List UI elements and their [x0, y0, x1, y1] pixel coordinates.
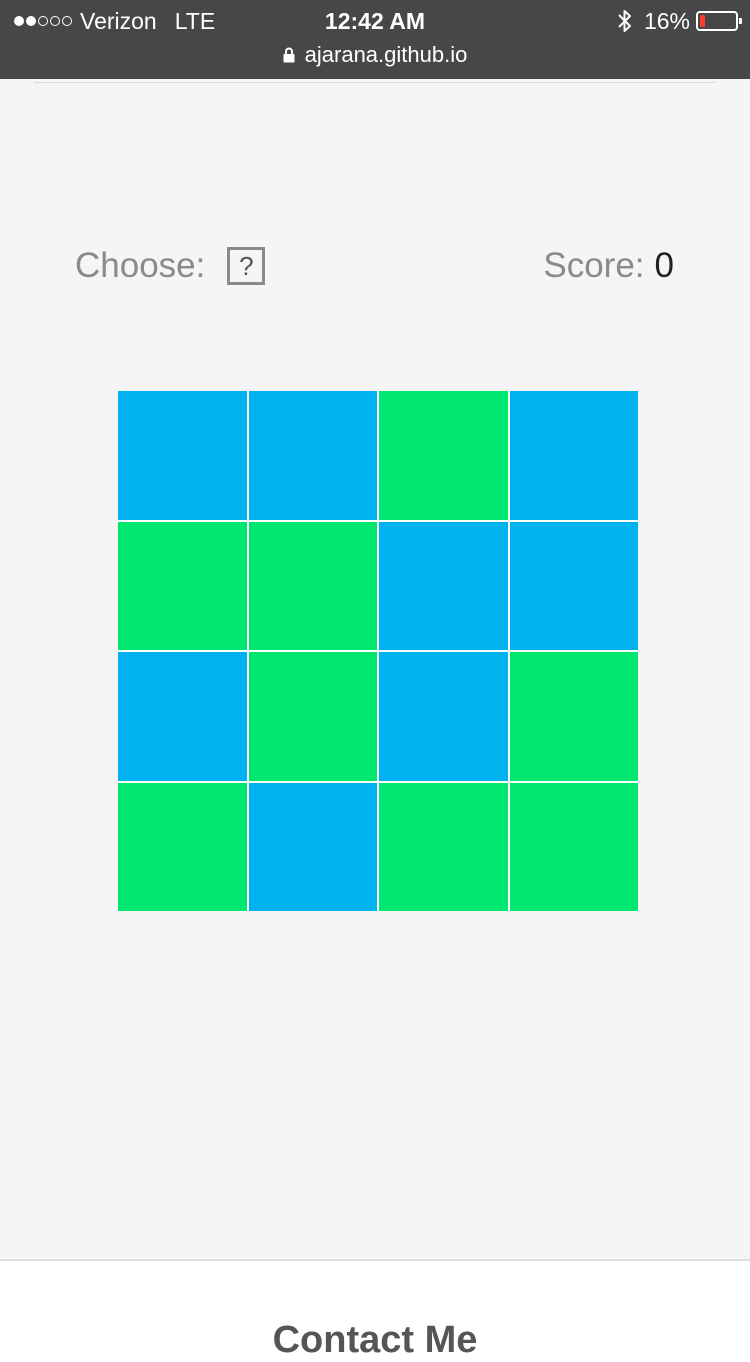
color-tile-blue[interactable]	[379, 521, 508, 650]
choose-label: Choose:	[75, 246, 206, 285]
address-bar[interactable]: ajarana.github.io	[0, 40, 750, 70]
score-value: 0	[654, 246, 674, 285]
contact-heading: Contact Me	[272, 1319, 478, 1361]
color-tile-green[interactable]	[118, 521, 247, 650]
color-tile-blue[interactable]	[509, 521, 638, 650]
color-tile-grid	[118, 391, 638, 911]
color-tile-green[interactable]	[118, 782, 247, 911]
color-tile-green[interactable]	[248, 521, 377, 650]
choose-color-box[interactable]: ?	[227, 247, 266, 285]
color-tile-green[interactable]	[509, 782, 638, 911]
status-bar: Verizon LTE 12:42 AM 16% ajarana.github.…	[0, 0, 750, 79]
battery-icon	[696, 11, 742, 31]
color-tile-blue[interactable]	[509, 391, 638, 520]
divider	[34, 82, 716, 83]
url-text: ajarana.github.io	[304, 42, 468, 67]
color-tile-blue[interactable]	[248, 782, 377, 911]
score-display: Score: 0	[543, 245, 674, 287]
color-tile-blue[interactable]	[379, 652, 508, 781]
game-panel: Choose: ? Score: 0	[0, 79, 750, 1261]
battery-percentage: 16%	[643, 7, 690, 34]
choose-indicator: Choose: ?	[75, 245, 266, 287]
color-tile-blue[interactable]	[118, 391, 247, 520]
device-status: 16%	[618, 6, 742, 36]
score-label: Score:	[543, 246, 645, 285]
color-tile-green[interactable]	[379, 391, 508, 520]
color-tile-green[interactable]	[248, 652, 377, 781]
color-tile-green[interactable]	[509, 652, 638, 781]
color-tile-blue[interactable]	[118, 652, 247, 781]
color-tile-blue[interactable]	[248, 391, 377, 520]
color-tile-green[interactable]	[379, 782, 508, 911]
lock-icon	[283, 47, 295, 63]
bluetooth-icon	[618, 9, 632, 33]
